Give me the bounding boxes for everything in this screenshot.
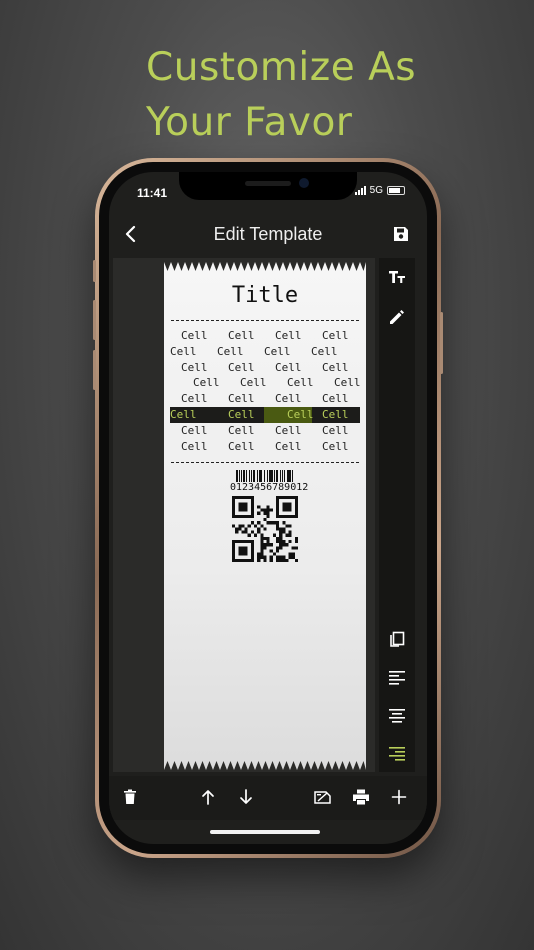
front-camera (299, 178, 309, 188)
table-cell[interactable]: Cell (275, 361, 302, 374)
table-row[interactable]: Cell Cell Cell Cell (170, 344, 360, 360)
table-row[interactable]: Cell Cell Cell Cell (170, 406, 360, 423)
battery-icon (387, 186, 405, 195)
divider-bottom (171, 462, 359, 463)
app-screen: 11:41 5G Edit Template Title Cell Cell Cel… (109, 172, 427, 844)
align-left-icon[interactable] (388, 669, 406, 687)
plus-icon[interactable] (390, 788, 408, 806)
table-cell[interactable]: Cell (181, 424, 208, 437)
phone-volume-down (93, 350, 96, 390)
table-cell[interactable]: Cell (240, 376, 267, 389)
phone-volume-up (93, 300, 96, 340)
status-time: 11:41 (137, 186, 168, 200)
tool-panel (379, 258, 415, 772)
receipt-title[interactable]: Title (164, 283, 366, 308)
table-cell[interactable]: Cell (228, 361, 255, 374)
table-cell[interactable]: Cell (275, 440, 302, 453)
receipt-table[interactable]: Cell Cell Cell Cell Cell Cell Cell Cell Cell Cell… (170, 328, 361, 455)
print-preview-icon[interactable] (314, 788, 332, 806)
table-cell[interactable]: Cell (322, 408, 349, 421)
print-icon[interactable] (352, 788, 370, 806)
table-cell[interactable]: Cell (228, 408, 255, 421)
table-cell[interactable]: Cell (228, 440, 255, 453)
table-cell[interactable]: Cell (170, 408, 197, 421)
table-row[interactable]: Cell Cell Cell Cell (170, 391, 360, 407)
table-cell[interactable]: Cell (217, 345, 244, 358)
notch (179, 172, 357, 200)
barcode-value: 0123456789012 (229, 482, 310, 493)
arrow-down-icon[interactable] (237, 788, 255, 806)
table-cell[interactable]: Cell (311, 345, 338, 358)
trash-icon[interactable] (121, 788, 139, 806)
divider-top (171, 320, 359, 321)
table-cell[interactable]: Cell (181, 440, 208, 453)
table-cell[interactable]: Cell (181, 329, 208, 342)
table-cell[interactable]: Cell (181, 392, 208, 405)
earpiece (245, 181, 291, 186)
pencil-icon[interactable] (388, 308, 406, 326)
table-cell[interactable]: Cell (228, 329, 255, 342)
table-cell[interactable]: Cell (275, 329, 302, 342)
arrow-up-icon[interactable] (199, 788, 217, 806)
copy-icon[interactable] (388, 631, 406, 649)
phone-mute-switch (93, 260, 96, 282)
align-right-icon[interactable] (388, 745, 406, 763)
phone-power-button (440, 312, 443, 374)
promo-headline: Customize As Your Favor (146, 40, 506, 150)
table-row[interactable]: Cell Cell Cell Cell (170, 439, 360, 455)
table-cell[interactable]: Cell (322, 424, 349, 437)
table-cell[interactable]: Cell (228, 424, 255, 437)
network-label: 5G (369, 185, 383, 196)
bottom-toolbar (109, 776, 427, 820)
home-indicator[interactable] (210, 830, 320, 834)
status-indicators: 5G (354, 185, 405, 196)
table-row[interactable]: Cell Cell Cell Cell (170, 375, 361, 391)
table-cell[interactable]: Cell (275, 424, 302, 437)
promo-headline-line1: Customize As (146, 45, 417, 90)
save-icon[interactable] (393, 226, 409, 242)
table-row[interactable]: Cell Cell Cell Cell (170, 423, 360, 439)
table-cell[interactable]: Cell (334, 376, 361, 389)
receipt-top-edge (164, 262, 366, 271)
table-row[interactable]: Cell Cell Cell Cell (170, 360, 360, 376)
table-row[interactable]: Cell Cell Cell Cell (170, 328, 360, 344)
page-title: Edit Template (213, 224, 323, 244)
receipt-bottom-edge (164, 761, 366, 770)
table-cell[interactable]: Cell (287, 376, 314, 389)
table-cell[interactable]: Cell (322, 329, 349, 342)
qr-code[interactable] (232, 496, 298, 562)
table-cell[interactable]: Cell (228, 392, 255, 405)
table-cell[interactable]: Cell (193, 376, 220, 389)
align-center-icon[interactable] (388, 707, 406, 725)
table-cell[interactable]: Cell (170, 345, 197, 358)
table-cell[interactable]: Cell (322, 440, 349, 453)
table-cell[interactable]: Cell (264, 345, 291, 358)
promo-headline-line2: Your Favor (146, 100, 353, 145)
nav-bar: Edit Template (109, 220, 427, 250)
signal-icon (354, 186, 366, 195)
table-cell[interactable]: Cell (275, 392, 302, 405)
receipt-preview[interactable]: Title Cell Cell Cell Cell Cell Cell Cell Cell Ce… (164, 262, 366, 770)
table-cell[interactable]: Cell (322, 392, 349, 405)
table-cell[interactable]: Cell (287, 408, 314, 421)
text-size-icon[interactable] (388, 268, 406, 286)
table-cell[interactable]: Cell (181, 361, 208, 374)
table-cell[interactable]: Cell (322, 361, 349, 374)
